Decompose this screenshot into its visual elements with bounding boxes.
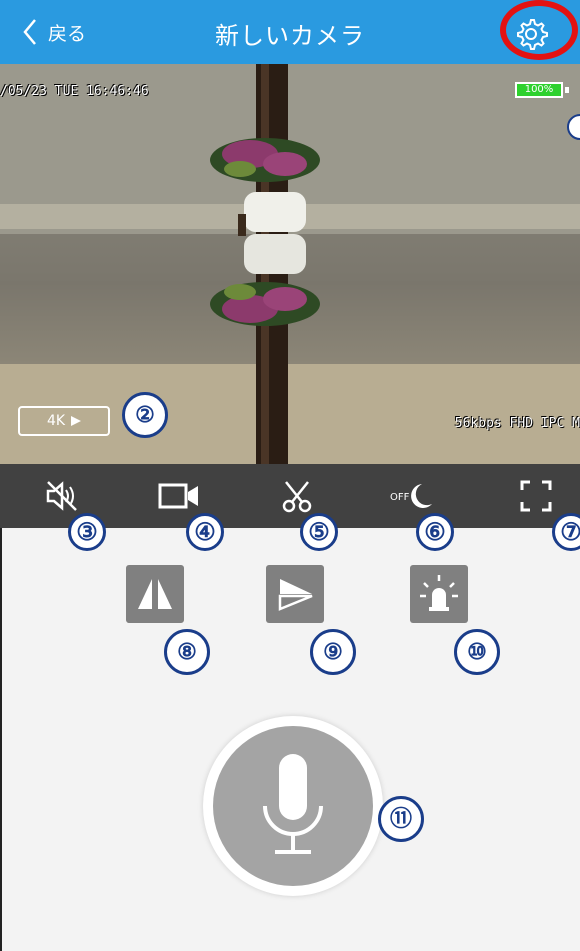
quality-toggle-button[interactable]: 4K xyxy=(18,406,110,436)
scissors-icon[interactable] xyxy=(280,478,316,514)
quality-label: 4K xyxy=(46,413,66,429)
play-triangle-icon xyxy=(71,416,82,426)
night-state-label: OFF xyxy=(390,492,410,503)
callout-9: ⑨ xyxy=(310,629,356,675)
callout-3: ③ xyxy=(68,513,106,551)
alarm-light-button[interactable] xyxy=(410,565,468,623)
callout-2: ② xyxy=(122,392,168,438)
top-bar: 戻る 新しいカメラ xyxy=(0,0,580,64)
battery-cap xyxy=(565,87,569,93)
camera-scene xyxy=(0,64,580,464)
settings-highlight xyxy=(500,0,578,60)
mirror-icon xyxy=(138,579,172,609)
fullscreen-icon[interactable] xyxy=(518,478,554,514)
callout-4: ④ xyxy=(186,513,224,551)
battery-indicator: 100% xyxy=(515,82,563,98)
callout-10: ⑩ xyxy=(454,629,500,675)
callout-6: ⑥ xyxy=(416,513,454,551)
moon-off-icon[interactable]: OFF xyxy=(390,478,436,514)
stream-info: 56kbps FHD IPC M xyxy=(454,416,580,431)
callout-11: ⑪ xyxy=(378,796,424,842)
video-timestamp: /05/23 TUE 16:46:46 xyxy=(0,84,149,99)
talk-button[interactable] xyxy=(213,726,373,886)
video-camera-icon[interactable] xyxy=(158,478,200,514)
flip-button[interactable] xyxy=(266,565,324,623)
callout-8: ⑧ xyxy=(164,629,210,675)
flip-icon xyxy=(278,579,313,611)
mirror-button[interactable] xyxy=(126,565,184,623)
speaker-muted-icon[interactable] xyxy=(44,478,80,514)
page-title: 新しいカメラ xyxy=(215,22,365,50)
callout-5: ⑤ xyxy=(300,513,338,551)
live-video-feed[interactable]: /05/23 TUE 16:46:46 100% 4K 56kbps FHD I… xyxy=(0,64,580,464)
microphone-icon xyxy=(263,754,323,854)
alarm-light-icon xyxy=(420,575,458,611)
